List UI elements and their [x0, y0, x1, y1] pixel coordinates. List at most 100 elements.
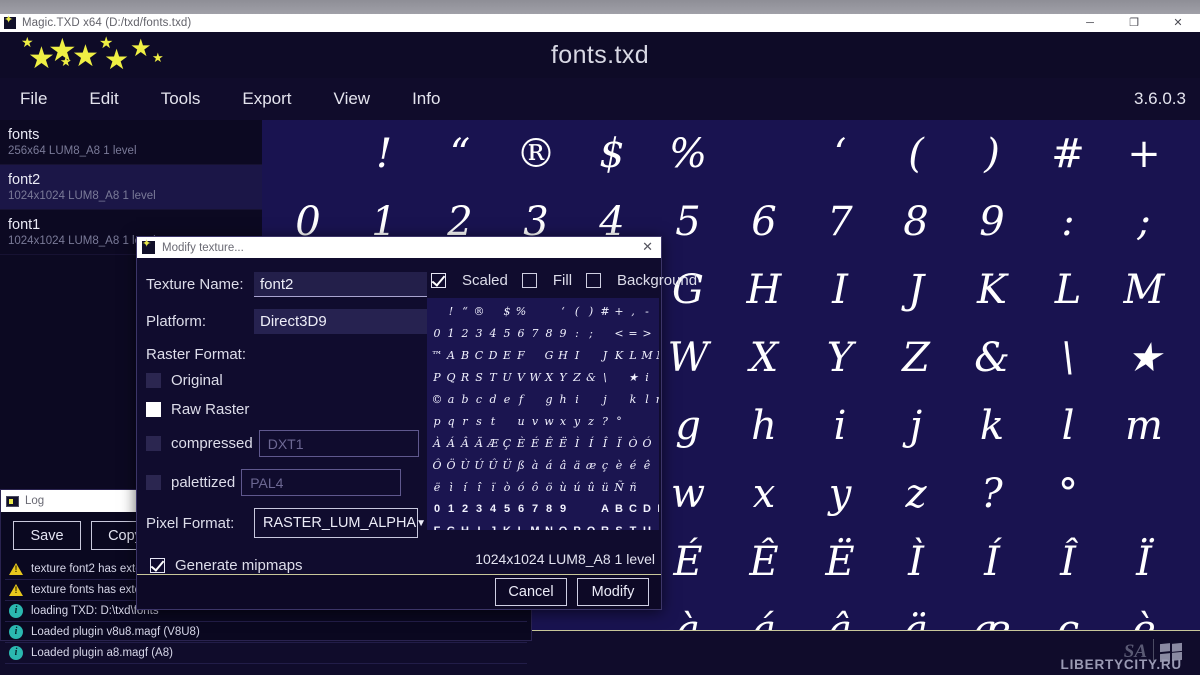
version-label: 3.6.0.3 [1134, 89, 1186, 109]
mini-glyph-cell: - [640, 306, 654, 317]
log-save-button[interactable]: Save [13, 521, 81, 550]
mini-glyph-cell: K [612, 350, 626, 361]
glyph-cell: è [1106, 610, 1182, 630]
mini-glyph-cell: ç [598, 460, 612, 471]
mini-glyph-cell: U [640, 526, 654, 531]
platform-row: Platform: Direct3D9 [146, 309, 427, 334]
mini-glyph-cell: z [584, 416, 598, 427]
mini-glyph-cell: © [430, 394, 444, 405]
menu-item-info[interactable]: Info [400, 89, 452, 109]
dialog-footer: Cancel Modify [137, 574, 661, 609]
palettized-format-input[interactable]: PAL4 [241, 469, 401, 496]
menu-item-view[interactable]: View [322, 89, 383, 109]
mini-glyph-cell: ? [598, 416, 612, 427]
mini-glyph-cell: Ñ [612, 482, 626, 493]
mini-glyph-cell: ñ [626, 482, 640, 493]
mini-glyph-cell: À [430, 438, 444, 449]
maximize-button[interactable]: ❐ [1112, 14, 1156, 32]
close-button[interactable]: ✕ [1156, 14, 1200, 32]
mini-glyph-cell: ™ [430, 350, 444, 361]
glyph-cell: y [802, 474, 878, 514]
mini-glyph-cell: Q [584, 526, 598, 531]
dialog-texture-preview[interactable]: !“® $% ‘()#+,-./0123456789:; <=>™ABCDEF … [427, 298, 659, 530]
cancel-button[interactable]: Cancel [495, 578, 567, 606]
mini-glyph-cell: s [472, 416, 486, 427]
compressed-format-input[interactable]: DXT1 [259, 430, 419, 457]
compressed-radio-row[interactable]: compressed DXT1 [146, 430, 427, 457]
glyph-cell: à [650, 610, 726, 630]
background-checkbox[interactable] [586, 273, 601, 288]
mini-glyph-cell: 6 [514, 328, 528, 339]
glyph-cell: ‘ [802, 134, 878, 174]
dialog-body: Texture Name: font2 Platform: Direct3D9 … [137, 258, 661, 575]
log-entry[interactable]: iLoaded plugin a8.magf (A8) [5, 643, 527, 664]
texture-name: font1 [8, 216, 254, 234]
preview-options-row: Scaled Fill Background [427, 272, 661, 289]
platform-label: Platform: [146, 313, 254, 330]
texture-list-item[interactable]: fonts 256x64 LUM8_A8 1 level [0, 120, 262, 165]
glyph-cell: á [726, 610, 802, 630]
mini-glyph-cell: È [514, 438, 528, 449]
mini-glyph-cell: S [612, 526, 626, 531]
mini-glyph-cell: j [598, 394, 612, 405]
menu-bar: File Edit Tools Export View Info 3.6.0.3 [0, 78, 1200, 121]
texture-meta: 1024x1024 LUM8_A8 1 level [8, 190, 254, 202]
mini-glyph-cell: Ú [472, 460, 486, 471]
original-radio-row[interactable]: Original [146, 372, 427, 389]
mini-glyph-cell: T [626, 526, 640, 531]
scaled-checkbox[interactable] [431, 273, 446, 288]
compressed-radio[interactable] [146, 436, 161, 451]
mini-glyph-cell: m [654, 394, 659, 405]
info-icon: i [9, 604, 23, 618]
glyph-cell: ★ [1106, 338, 1182, 378]
generate-mipmaps-row[interactable]: Generate mipmaps [146, 550, 427, 574]
mini-glyph-cell: a [444, 394, 458, 405]
menu-item-file[interactable]: File [8, 89, 59, 109]
mini-glyph-cell: J [598, 350, 612, 361]
mini-glyph-cell: t [486, 416, 500, 427]
mini-glyph-cell: B [612, 504, 626, 515]
raw-raster-radio[interactable] [146, 402, 161, 417]
texture-list-item[interactable]: font2 1024x1024 LUM8_A8 1 level [0, 165, 262, 210]
dialog-titlebar[interactable]: Modify texture... ✕ [137, 237, 661, 258]
mini-glyph-cell: R [598, 526, 612, 531]
dialog-close-icon[interactable]: ✕ [642, 240, 653, 253]
log-entry[interactable]: iLoaded plugin v8u8.magf (V8U8) [5, 622, 527, 643]
menu-item-export[interactable]: Export [230, 89, 303, 109]
mini-glyph-cell: Ê [542, 438, 556, 449]
minimize-button[interactable]: ─ [1068, 14, 1112, 32]
mini-glyph-cell: ú [570, 482, 584, 493]
mini-glyph-cell: G [542, 350, 556, 361]
original-radio[interactable] [146, 373, 161, 388]
glyph-cell: : [1030, 202, 1106, 242]
raster-format-label: Raster Format: [146, 346, 427, 363]
palettized-radio-row[interactable]: palettized PAL4 [146, 469, 427, 496]
mini-glyph-cell: i [570, 394, 584, 405]
texture-name-input[interactable]: font2 [254, 272, 427, 297]
mini-glyph-cell: I [570, 350, 584, 361]
modify-button[interactable]: Modify [577, 578, 649, 606]
mini-glyph-cell: 2 [458, 328, 472, 339]
mini-glyph-cell: w [542, 416, 556, 427]
menu-item-edit[interactable]: Edit [77, 89, 130, 109]
glyph-cell: z [878, 474, 954, 514]
mini-glyph-cell: G [444, 526, 458, 531]
mini-glyph-cell: Ä [472, 438, 486, 449]
application-window: Magic.TXD x64 (D:/txd/fonts.txd) ─ ❐ ✕ ★… [0, 0, 1200, 675]
glyph-cell: ? [954, 474, 1030, 514]
fill-label: Fill [553, 272, 572, 289]
pixel-format-select[interactable]: RASTER_LUM_ALPHA ▼ [254, 508, 418, 538]
warning-icon [9, 584, 23, 596]
generate-mipmaps-label: Generate mipmaps [175, 557, 303, 574]
fill-checkbox[interactable] [522, 273, 537, 288]
mini-glyph-cell: Ë [556, 438, 570, 449]
raw-raster-radio-row[interactable]: Raw Raster [146, 401, 427, 418]
palettized-radio[interactable] [146, 475, 161, 490]
generate-mipmaps-checkbox[interactable] [150, 558, 165, 573]
raw-raster-label: Raw Raster [171, 401, 249, 418]
mini-glyph-cell: 0 [430, 504, 444, 515]
mini-glyph-cell: D [640, 504, 654, 515]
mini-glyph-cell: > [640, 328, 654, 339]
mini-glyph-cell: Á [444, 438, 458, 449]
menu-item-tools[interactable]: Tools [149, 89, 213, 109]
